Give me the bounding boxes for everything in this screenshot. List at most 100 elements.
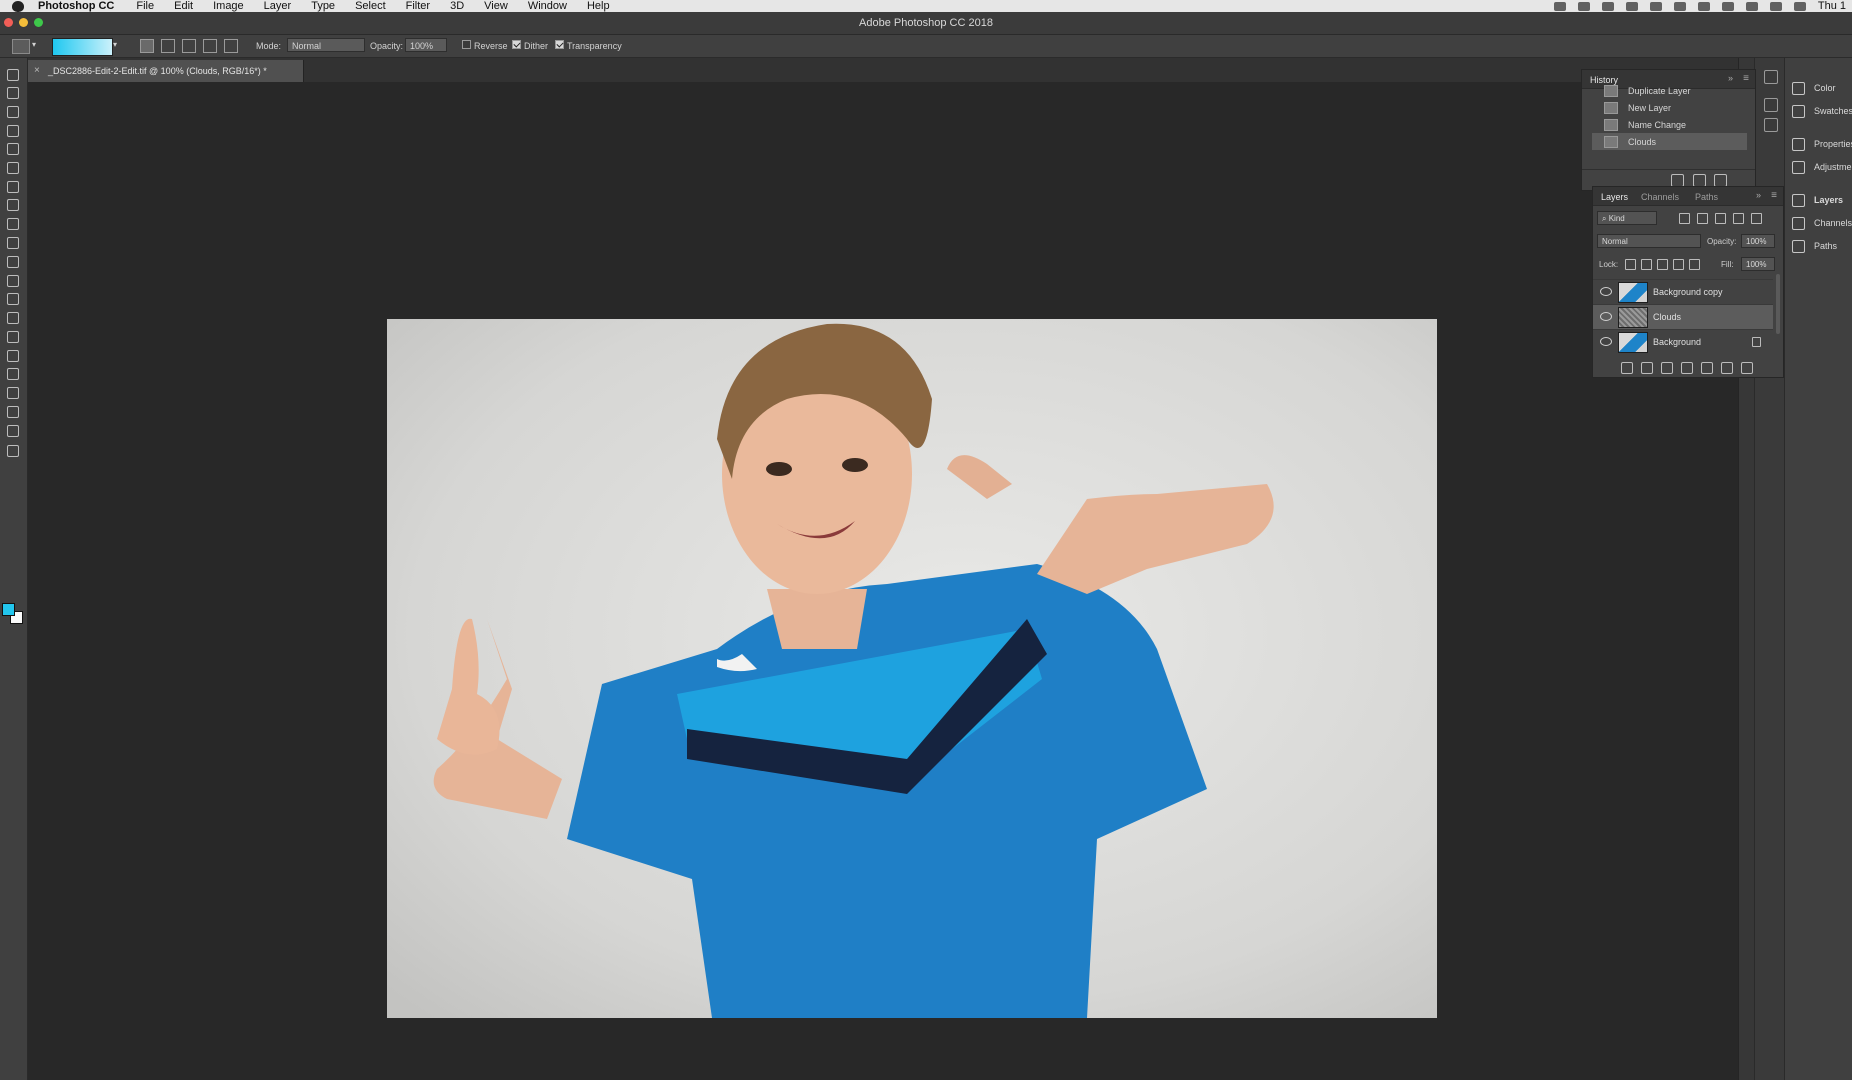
link-layers-icon[interactable] — [1621, 362, 1633, 374]
app-status-icon[interactable] — [1625, 1, 1638, 11]
close-icon[interactable]: × — [34, 65, 40, 76]
sync-status-icon[interactable] — [1601, 1, 1614, 11]
menu-window[interactable]: Window — [528, 0, 567, 12]
eraser-icon[interactable] — [6, 255, 20, 269]
paragraph-panel-icon[interactable] — [1764, 118, 1778, 132]
pen-icon[interactable] — [6, 330, 20, 344]
app-menu[interactable]: Photoshop CC — [38, 0, 114, 12]
dock-layers[interactable]: Layers — [1792, 192, 1843, 208]
add-mask-icon[interactable] — [1661, 362, 1673, 374]
reflected-gradient-button[interactable] — [203, 39, 217, 53]
lock-position-icon[interactable] — [1657, 259, 1668, 270]
visibility-eye-icon[interactable] — [1600, 312, 1612, 321]
layer-thumbnail[interactable] — [1618, 282, 1648, 303]
linear-gradient-button[interactable] — [140, 39, 154, 53]
lock-all-icon[interactable] — [1689, 259, 1700, 270]
chevron-down-icon[interactable]: ▾ — [113, 40, 117, 49]
airplay-icon[interactable] — [1769, 1, 1782, 11]
volume-icon[interactable] — [1745, 1, 1758, 11]
lock-image-icon[interactable] — [1641, 259, 1652, 270]
layer-opacity-field[interactable]: 100% — [1741, 234, 1775, 248]
creative-cloud-icon[interactable] — [1577, 1, 1590, 11]
mode-select[interactable]: Normal — [287, 38, 365, 52]
dock-channels[interactable]: Channels — [1792, 215, 1852, 231]
brush-icon[interactable] — [6, 198, 20, 212]
battery-icon[interactable] — [1793, 1, 1806, 11]
dock-adjustments[interactable]: Adjustments — [1792, 159, 1852, 175]
menu-help[interactable]: Help — [587, 0, 610, 12]
apple-menu-icon[interactable] — [12, 0, 24, 12]
adjustment-layer-icon[interactable] — [1681, 362, 1693, 374]
wifi-icon[interactable] — [1721, 1, 1734, 11]
visibility-eye-icon[interactable] — [1600, 337, 1612, 346]
menu-image[interactable]: Image — [213, 0, 244, 12]
type-icon[interactable] — [6, 349, 20, 363]
document-tab[interactable]: × _DSC2886-Edit-2-Edit.tif @ 100% (Cloud… — [28, 60, 304, 82]
blend-mode-select[interactable]: Normal — [1597, 234, 1701, 248]
fill-field[interactable]: 100% — [1741, 257, 1775, 271]
new-layer-icon[interactable] — [1721, 362, 1733, 374]
menu-edit[interactable]: Edit — [174, 0, 193, 12]
history-state[interactable]: Name Change — [1592, 116, 1747, 133]
trash-icon[interactable] — [1741, 362, 1753, 374]
history-state[interactable]: New Layer — [1592, 99, 1747, 116]
angle-gradient-button[interactable] — [182, 39, 196, 53]
clone-stamp-icon[interactable] — [6, 217, 20, 231]
menu-select[interactable]: Select — [355, 0, 386, 12]
time-machine-icon[interactable] — [1673, 1, 1686, 11]
rectangle-icon[interactable] — [6, 386, 20, 400]
bluetooth-icon[interactable] — [1697, 1, 1710, 11]
display-status-icon[interactable] — [1553, 1, 1566, 11]
opacity-field[interactable]: 100% — [405, 38, 447, 52]
canvas-area[interactable] — [28, 83, 1738, 1080]
history-panel-icon[interactable] — [1764, 70, 1778, 84]
dock-swatches[interactable]: Swatches — [1792, 103, 1852, 119]
healing-brush-icon[interactable] — [6, 180, 20, 194]
dropbox-icon[interactable] — [1649, 1, 1662, 11]
lock-transparent-icon[interactable] — [1625, 259, 1636, 270]
layer-name[interactable]: Background — [1653, 337, 1701, 347]
menubar-clock[interactable]: Thu 1 — [1818, 0, 1846, 12]
lock-icon[interactable] — [1752, 337, 1761, 347]
gradient-icon[interactable] — [6, 274, 20, 288]
layer-name[interactable]: Clouds — [1653, 312, 1681, 322]
tab-layers[interactable]: Layers — [1601, 192, 1628, 202]
filter-kind-select[interactable]: ⌕ Kind — [1597, 211, 1657, 225]
zoom-icon[interactable] — [6, 424, 20, 438]
panel-menu-icon[interactable]: ≡ — [1771, 190, 1777, 201]
menu-filter[interactable]: Filter — [406, 0, 430, 12]
tab-paths[interactable]: Paths — [1695, 192, 1718, 202]
type-filter-icon[interactable] — [1715, 213, 1726, 224]
layers-scrollbar[interactable] — [1776, 274, 1780, 334]
visibility-eye-icon[interactable] — [1600, 287, 1612, 296]
menu-type[interactable]: Type — [311, 0, 335, 12]
shape-filter-icon[interactable] — [1733, 213, 1744, 224]
foreground-color-swatch[interactable] — [2, 603, 15, 616]
tool-preset-picker[interactable] — [12, 39, 30, 54]
path-selection-icon[interactable] — [6, 367, 20, 381]
tab-channels[interactable]: Channels — [1641, 192, 1679, 202]
more-tools-icon[interactable] — [6, 444, 20, 458]
transparency-checkbox[interactable] — [555, 40, 564, 49]
move-icon[interactable] — [6, 68, 20, 82]
menu-view[interactable]: View — [484, 0, 508, 12]
menu-file[interactable]: File — [136, 0, 154, 12]
history-state[interactable]: Clouds — [1592, 133, 1747, 150]
fx-icon[interactable] — [1641, 362, 1653, 374]
history-state[interactable]: Duplicate Layer — [1592, 82, 1747, 99]
reverse-checkbox[interactable] — [462, 40, 471, 49]
layer-thumbnail[interactable] — [1618, 307, 1648, 328]
lasso-icon[interactable] — [6, 105, 20, 119]
layer-row[interactable]: Background — [1593, 329, 1773, 354]
dock-paths[interactable]: Paths — [1792, 238, 1837, 254]
dock-properties[interactable]: Properties — [1792, 136, 1852, 152]
layer-row[interactable]: Clouds — [1593, 304, 1773, 329]
crop-icon[interactable] — [6, 142, 20, 156]
dock-color[interactable]: Color — [1792, 80, 1836, 96]
menu-layer[interactable]: Layer — [264, 0, 292, 12]
diamond-gradient-button[interactable] — [224, 39, 238, 53]
history-brush-icon[interactable] — [6, 236, 20, 250]
lock-artboard-icon[interactable] — [1673, 259, 1684, 270]
menu-3d[interactable]: 3D — [450, 0, 464, 12]
chevron-down-icon[interactable]: ▾ — [32, 40, 36, 49]
